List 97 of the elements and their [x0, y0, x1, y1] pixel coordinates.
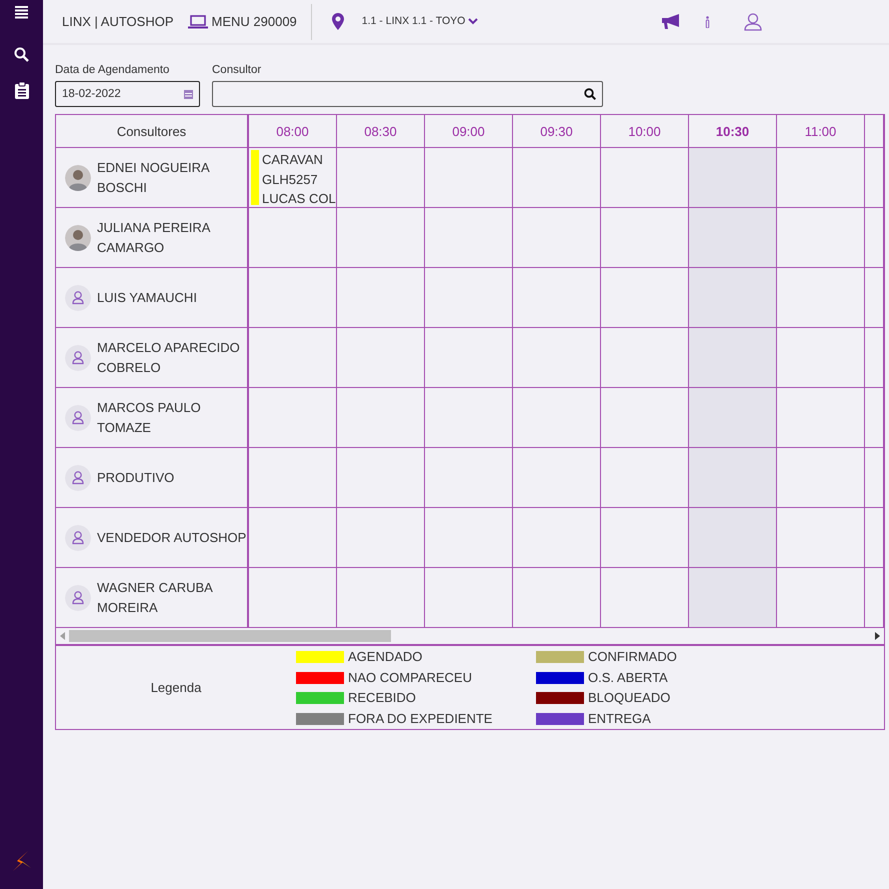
consultant-name: PRODUTIVO [97, 469, 176, 487]
chevron-down-icon [468, 18, 478, 25]
consultant-name: MARCELO APARECIDO COBRELO [97, 339, 241, 377]
table-cell[interactable] [249, 268, 337, 328]
table-cell[interactable] [777, 208, 865, 268]
table-cell[interactable] [249, 328, 337, 388]
info-icon[interactable] [705, 16, 710, 28]
legend-label: RECEBIDO [348, 689, 416, 708]
table-cell[interactable] [777, 268, 865, 328]
field-label: Consultor [212, 63, 262, 78]
table-cell[interactable] [425, 448, 513, 508]
table-cell[interactable] [777, 328, 865, 388]
consultant-name: MARCOS PAULO TOMAZE [97, 399, 202, 437]
legend-label: CONFIRMADO [588, 648, 677, 666]
table-cell[interactable]: CARAVAN GLH5257 LUCAS COL [249, 148, 337, 208]
table-cell[interactable] [337, 268, 425, 328]
table-cell[interactable] [689, 208, 777, 268]
scrollbar-thumb[interactable] [69, 630, 391, 642]
scroll-right-icon[interactable] [875, 632, 880, 640]
table-cell[interactable] [777, 508, 865, 568]
table-cell[interactable] [689, 388, 777, 448]
table-cell[interactable] [777, 448, 865, 508]
legend-label: AGENDADO [348, 648, 422, 666]
table-cell[interactable] [689, 148, 777, 208]
avatar [65, 404, 91, 431]
table-cell[interactable] [337, 148, 425, 208]
table-cell[interactable] [249, 208, 337, 268]
clipboard-icon[interactable] [14, 82, 28, 99]
table-cell[interactable] [689, 328, 777, 388]
legend-label: BLOQUEADO [588, 689, 670, 708]
table-cell[interactable] [513, 208, 601, 268]
location-selector[interactable]: 1.1 - LINX 1.1 - TOYO [362, 14, 478, 30]
consultant-name: JULIANA PEREIRA CAMARGO [97, 219, 212, 257]
date-field[interactable]: 18-02-2022 [55, 81, 200, 108]
table-cell[interactable] [425, 328, 513, 388]
legend-label: NAO COMPARECEU [348, 668, 472, 687]
avatar [65, 584, 91, 611]
table-cell[interactable] [513, 508, 601, 568]
avatar [65, 224, 91, 251]
menu-number: MENU 290009 [212, 12, 297, 31]
time-header[interactable]: 08:00 [249, 115, 337, 148]
table-cell[interactable] [249, 448, 337, 508]
location-pin-icon [332, 13, 344, 30]
scroll-left-icon[interactable] [60, 632, 65, 640]
consultant-field[interactable] [212, 81, 603, 108]
consultant-name: EDNEI NOGUEIRA BOSCHI [97, 159, 210, 197]
field-label: Data de Agendamento [55, 63, 170, 78]
calendar-icon[interactable] [184, 89, 193, 100]
search-icon[interactable] [584, 88, 596, 100]
avatar [65, 344, 91, 371]
table-cell[interactable] [777, 148, 865, 208]
avatar [65, 284, 91, 311]
avatar [65, 464, 91, 491]
table-cell[interactable] [337, 388, 425, 448]
time-header[interactable]: 08:30 [337, 115, 425, 148]
table-cell[interactable] [513, 448, 601, 508]
table-cell[interactable] [513, 268, 601, 328]
table-cell[interactable] [249, 388, 337, 448]
table-cell[interactable] [425, 208, 513, 268]
user-icon[interactable] [744, 12, 762, 30]
legend-label: FORA DO EXPEDIENTE [348, 710, 492, 728]
time-header[interactable]: 10:00 [601, 115, 689, 148]
table-cell[interactable] [337, 448, 425, 508]
table-cell[interactable] [513, 388, 601, 448]
consultant-name: LUIS YAMAUCHI [97, 289, 198, 307]
table-cell[interactable] [513, 328, 601, 388]
table-cell[interactable] [689, 268, 777, 328]
table-cell[interactable] [337, 508, 425, 568]
legend-title: Legenda [150, 679, 202, 697]
table-cell[interactable] [513, 148, 601, 208]
table-cell[interactable] [777, 388, 865, 448]
avatar [65, 164, 91, 191]
table-cell[interactable] [689, 568, 777, 628]
legend-label: ENTREGA [588, 710, 651, 728]
legend-label: O.S. ABERTA [588, 668, 668, 687]
time-header[interactable]: 09:30 [513, 115, 601, 148]
menu-icon[interactable] [15, 6, 28, 19]
time-header[interactable]: 09:00 [425, 115, 513, 148]
table-cell[interactable] [425, 268, 513, 328]
table-cell[interactable] [425, 148, 513, 208]
consultant-name: WAGNER CARUBA MOREIRA [97, 579, 214, 617]
time-header[interactable]: 11:00 [777, 115, 865, 148]
column-header: Consultores [56, 115, 249, 148]
table-cell[interactable] [689, 448, 777, 508]
consultant-name: VENDEDOR AUTOSHOP [97, 529, 247, 547]
table-cell[interactable] [249, 508, 337, 568]
search-icon[interactable] [14, 47, 29, 62]
avatar [65, 524, 91, 551]
appointment-text[interactable]: CARAVAN GLH5257 LUCAS COL [262, 150, 336, 206]
table-cell[interactable] [425, 508, 513, 568]
table-cell[interactable] [337, 328, 425, 388]
table-cell[interactable] [689, 508, 777, 568]
table-cell[interactable] [425, 388, 513, 448]
megaphone-icon[interactable] [662, 14, 681, 30]
brand-name: LINX | AUTOSHOP [62, 12, 174, 31]
laptop-icon [188, 14, 208, 28]
table-cell[interactable] [337, 208, 425, 268]
